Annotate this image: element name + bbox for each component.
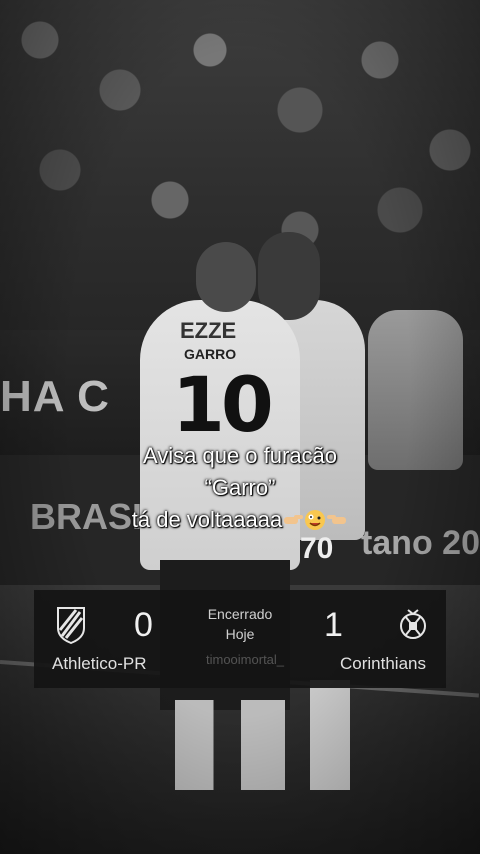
away-team-name: Corinthians (340, 654, 426, 673)
caption-line-3-wrap: tá de voltaaaaa (0, 504, 480, 536)
caption-line-1: Avisa que o furacão (142, 443, 338, 468)
pointing-left-hand-icon (326, 508, 348, 530)
jersey-sponsor: EZZE (180, 318, 237, 343)
match-status-line-1: Encerrado (207, 606, 273, 622)
pointing-right-hand-icon (282, 508, 304, 530)
teammate-legs (310, 680, 350, 790)
athletico-pr-crest-icon (54, 606, 88, 645)
teammate-shorts-number: 70 (300, 532, 334, 565)
player-legs (175, 700, 285, 790)
match-status-line-2: Hoje (225, 626, 255, 642)
advertising-board-upper-text: HA C (0, 372, 110, 421)
match-status: Encerrado Hoje (190, 604, 290, 644)
home-team-name: Athletico-PR (52, 654, 147, 673)
caption-overlay: Avisa que o furacão “Garro” tá de voltaa… (0, 440, 480, 536)
player-head (196, 242, 256, 312)
corinthians-crest-icon (396, 606, 430, 644)
background-photo: HA C BRASI tano 20 70 EZZE GARRO 10 (0, 0, 480, 854)
caption-line-2: “Garro” (204, 475, 276, 500)
home-score: 0 (134, 606, 153, 644)
zany-face-icon (304, 508, 326, 530)
scoreboard[interactable]: 0 Encerrado Hoje 1 Athletico-PR timooimo… (34, 590, 446, 688)
jersey-number: 10 (172, 360, 274, 449)
watermark: timooimortal_ (206, 652, 285, 667)
away-score: 1 (324, 606, 343, 644)
caption-line-3: tá de voltaaaaa (131, 507, 283, 532)
video-screen[interactable]: HA C BRASI tano 20 70 EZZE GARRO 10 Avis… (0, 0, 480, 854)
